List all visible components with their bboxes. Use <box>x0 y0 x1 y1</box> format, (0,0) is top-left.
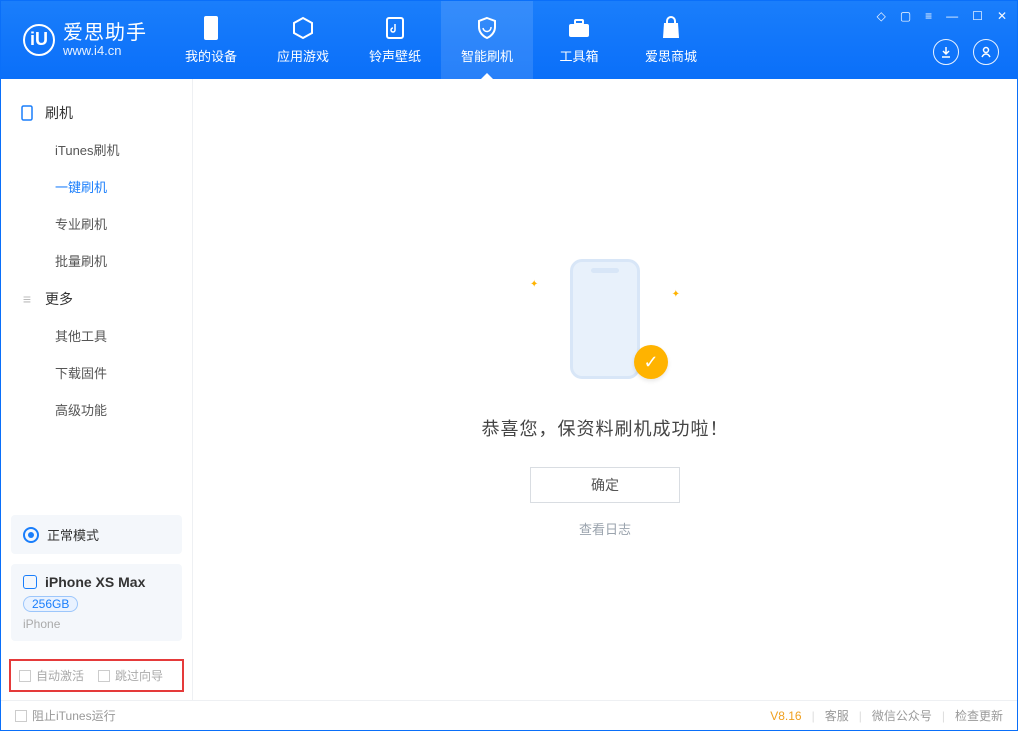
nav-toolbox[interactable]: 工具箱 <box>533 1 625 79</box>
device-info-card[interactable]: iPhone XS Max 256GB iPhone <box>11 564 182 641</box>
maximize-button[interactable]: ☐ <box>972 9 983 23</box>
device-icon <box>199 16 223 40</box>
skin-icon[interactable]: ◇ <box>877 9 886 23</box>
app-name: 爱思助手 <box>63 22 147 44</box>
nav-label: 爱思商城 <box>645 46 697 65</box>
success-illustration: ✦ ✦ ✦ ✓ <box>530 259 680 389</box>
device-mode-card[interactable]: 正常模式 <box>11 515 182 554</box>
phone-icon <box>19 105 35 121</box>
logo-icon: iU <box>23 24 55 56</box>
device-icon <box>23 575 37 589</box>
ok-button[interactable]: 确定 <box>530 467 680 503</box>
close-button[interactable]: ✕ <box>997 9 1007 23</box>
device-type: iPhone <box>23 617 170 631</box>
nav-my-device[interactable]: 我的设备 <box>165 1 257 79</box>
music-file-icon <box>383 16 407 40</box>
footer-link-service[interactable]: 客服 <box>825 707 849 724</box>
toolbox-icon <box>567 16 591 40</box>
app-url: www.i4.cn <box>63 44 147 58</box>
phone-illustration <box>570 259 640 379</box>
footer-link-wechat[interactable]: 微信公众号 <box>872 707 932 724</box>
device-capacity: 256GB <box>23 596 78 612</box>
nav-store[interactable]: 爱思商城 <box>625 1 717 79</box>
bag-icon <box>659 16 683 40</box>
nav-smart-flash[interactable]: 智能刷机 <box>441 1 533 79</box>
sidebar-item-batch-flash[interactable]: 批量刷机 <box>1 242 192 279</box>
checkbox-auto-activate[interactable]: 自动激活 <box>19 667 84 684</box>
main-content: ✦ ✦ ✦ ✓ 恭喜您，保资料刷机成功啦！ 确定 查看日志 <box>193 79 1017 700</box>
nav-label: 我的设备 <box>185 46 237 65</box>
header-right-actions <box>933 39 999 65</box>
minimize-button[interactable]: — <box>946 9 958 23</box>
footer-link-update[interactable]: 检查更新 <box>955 707 1003 724</box>
device-mode: 正常模式 <box>47 525 99 544</box>
sidebar-item-itunes-flash[interactable]: iTunes刷机 <box>1 131 192 168</box>
sparkle-icon: ✦ <box>672 289 680 300</box>
checkbox-skip-guide[interactable]: 跳过向导 <box>98 667 163 684</box>
view-log-link[interactable]: 查看日志 <box>579 519 631 538</box>
sidebar-item-advanced[interactable]: 高级功能 <box>1 391 192 428</box>
menu-icon[interactable]: ≡ <box>925 9 932 23</box>
version-label: V8.16 <box>770 709 801 723</box>
feedback-icon[interactable]: ▢ <box>900 9 911 23</box>
nav-label: 应用游戏 <box>277 46 329 65</box>
app-body: 刷机 iTunes刷机 一键刷机 专业刷机 批量刷机 ≡ 更多 其他工具 下载固… <box>1 79 1017 700</box>
window-controls: ◇ ▢ ≡ — ☐ ✕ <box>877 9 1007 23</box>
app-header: iU 爱思助手 www.i4.cn 我的设备 应用游戏 铃声壁纸 智能刷机 工具… <box>1 1 1017 79</box>
user-button[interactable] <box>973 39 999 65</box>
flash-options-highlight: 自动激活 跳过向导 <box>9 659 184 692</box>
status-bar: 阻止iTunes运行 V8.16 | 客服 | 微信公众号 | 检查更新 <box>1 700 1017 730</box>
nav-ringtone-wallpaper[interactable]: 铃声壁纸 <box>349 1 441 79</box>
download-button[interactable] <box>933 39 959 65</box>
sidebar-group-flash: 刷机 <box>1 93 192 131</box>
nav-label: 工具箱 <box>559 46 598 65</box>
sidebar-item-pro-flash[interactable]: 专业刷机 <box>1 205 192 242</box>
app-logo: iU 爱思助手 www.i4.cn <box>1 22 165 58</box>
sidebar-item-oneclick-flash[interactable]: 一键刷机 <box>1 168 192 205</box>
nav-label: 铃声壁纸 <box>369 46 421 65</box>
success-message: 恭喜您，保资料刷机成功啦！ <box>482 415 729 441</box>
sidebar-group-more: ≡ 更多 <box>1 279 192 317</box>
sidebar: 刷机 iTunes刷机 一键刷机 专业刷机 批量刷机 ≡ 更多 其他工具 下载固… <box>1 79 193 700</box>
top-nav: 我的设备 应用游戏 铃声壁纸 智能刷机 工具箱 爱思商城 <box>165 1 717 79</box>
nav-label: 智能刷机 <box>461 46 513 65</box>
group-title: 更多 <box>45 289 73 309</box>
mode-icon <box>23 527 39 543</box>
cube-icon <box>291 16 315 40</box>
sidebar-item-download-firmware[interactable]: 下载固件 <box>1 354 192 391</box>
sparkle-icon: ✦ <box>530 279 538 290</box>
success-check-icon: ✓ <box>634 345 668 379</box>
group-title: 刷机 <box>45 103 73 123</box>
checkbox-block-itunes[interactable]: 阻止iTunes运行 <box>15 707 116 724</box>
list-icon: ≡ <box>19 291 35 307</box>
nav-apps-games[interactable]: 应用游戏 <box>257 1 349 79</box>
shield-refresh-icon <box>475 16 499 40</box>
sidebar-item-other-tools[interactable]: 其他工具 <box>1 317 192 354</box>
device-name: iPhone XS Max <box>45 574 145 590</box>
